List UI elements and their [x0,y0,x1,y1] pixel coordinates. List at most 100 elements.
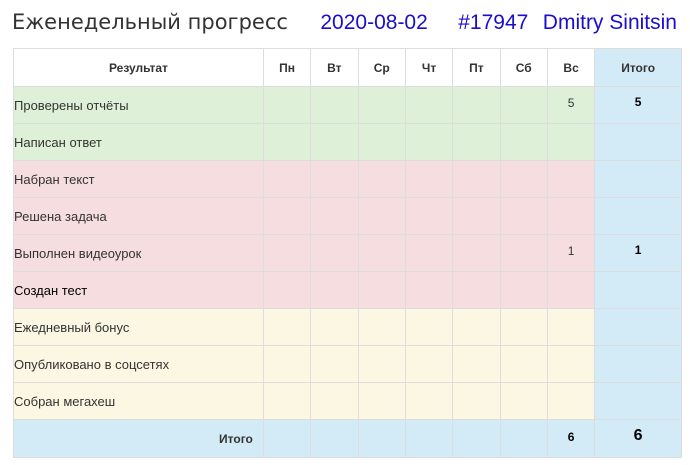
table-row: Создан тест [13,271,682,309]
row-total [594,123,682,161]
day-cell [499,197,548,235]
column-header-total: Итого [594,48,682,87]
page-header: Еженедельный прогресс 2020-08-02 #17947 … [12,10,677,44]
day-cell [310,234,359,272]
day-cell [546,345,596,383]
footer-day-total [357,419,406,458]
day-cell [499,160,548,198]
day-cell [404,86,454,124]
report-date: 2020-08-02 [320,11,428,34]
day-cell [357,345,406,383]
row-label: Набран текст [13,160,264,198]
day-cell [262,160,312,198]
row-label: Создан тест [13,271,264,309]
day-cell [310,123,359,161]
day-cell [452,271,501,309]
user-id: #17947 [458,11,529,34]
row-total [594,160,682,198]
day-cell [310,382,359,420]
day-cell [499,123,548,161]
footer-day-total: 6 [546,419,596,458]
day-cell [310,308,359,346]
row-total [594,197,682,235]
day-cell [452,308,501,346]
day-cell [452,86,501,124]
row-label: Ежедневный бонус [13,308,264,346]
row-total [594,382,682,420]
row-total [594,308,682,346]
day-cell [499,234,548,272]
day-cell [262,86,312,124]
footer-day-total [310,419,359,458]
row-label: Собран мегахеш [13,382,264,420]
column-header-mon: Пн [262,48,312,87]
day-cell [546,308,596,346]
row-label: Опубликовано в соцсетях [13,345,264,383]
column-header-tue: Вт [310,48,359,87]
day-cell [262,345,312,383]
day-cell [357,234,406,272]
day-cell [262,382,312,420]
footer-day-total [262,419,312,458]
column-header-sun: Вс [546,48,596,87]
day-cell [357,160,406,198]
day-cell [404,382,454,420]
day-cell [452,234,501,272]
row-total: 5 [594,86,682,124]
day-cell [452,382,501,420]
day-cell [404,345,454,383]
day-cell [404,197,454,235]
table-row: Опубликовано в соцсетях [13,345,682,383]
day-cell [546,123,596,161]
day-cell [499,308,548,346]
day-cell [357,382,406,420]
row-label: Написан ответ [13,123,264,161]
column-header-sat: Сб [499,48,548,87]
row-label: Выполнен видеоурок [13,234,264,272]
day-cell [262,308,312,346]
day-cell [357,197,406,235]
table-footer-row: Итого 6 6 [13,419,682,458]
day-cell [404,271,454,309]
day-cell [357,86,406,124]
day-cell [452,160,501,198]
table-row: Ежедневный бонус [13,308,682,346]
day-cell [357,308,406,346]
table-header-row: Результат Пн Вт Ср Чт Пт Сб Вс Итого [13,48,682,87]
day-cell [310,160,359,198]
user-name: Dmitry Sinitsin [542,11,677,34]
day-cell [404,160,454,198]
day-cell [499,382,548,420]
day-cell: 1 [546,234,596,272]
weekly-progress-table: Результат Пн Вт Ср Чт Пт Сб Вс Итого Про… [13,48,682,458]
day-cell [499,345,548,383]
day-cell [310,86,359,124]
column-header-wed: Ср [357,48,406,87]
day-cell [404,234,454,272]
table-row: Собран мегахеш [13,382,682,420]
day-cell [499,86,548,124]
day-cell [546,160,596,198]
day-cell [452,197,501,235]
page-title: Еженедельный прогресс [12,10,288,34]
row-label: Решена задача [13,197,264,235]
table-row: Решена задача [13,197,682,235]
day-cell [310,197,359,235]
table-row: Написан ответ [13,123,682,161]
column-header-result: Результат [13,48,264,87]
footer-day-total [452,419,501,458]
day-cell [357,123,406,161]
day-cell [310,345,359,383]
row-label: Проверены отчёты [13,86,264,124]
day-cell [452,345,501,383]
day-cell [262,123,312,161]
column-header-thu: Чт [404,48,454,87]
day-cell: 5 [546,86,596,124]
row-total [594,345,682,383]
day-cell [310,271,359,309]
day-cell [357,271,406,309]
day-cell [404,308,454,346]
table-row: Выполнен видеоурок 1 1 [13,234,682,272]
footer-day-total [404,419,454,458]
day-cell [452,123,501,161]
